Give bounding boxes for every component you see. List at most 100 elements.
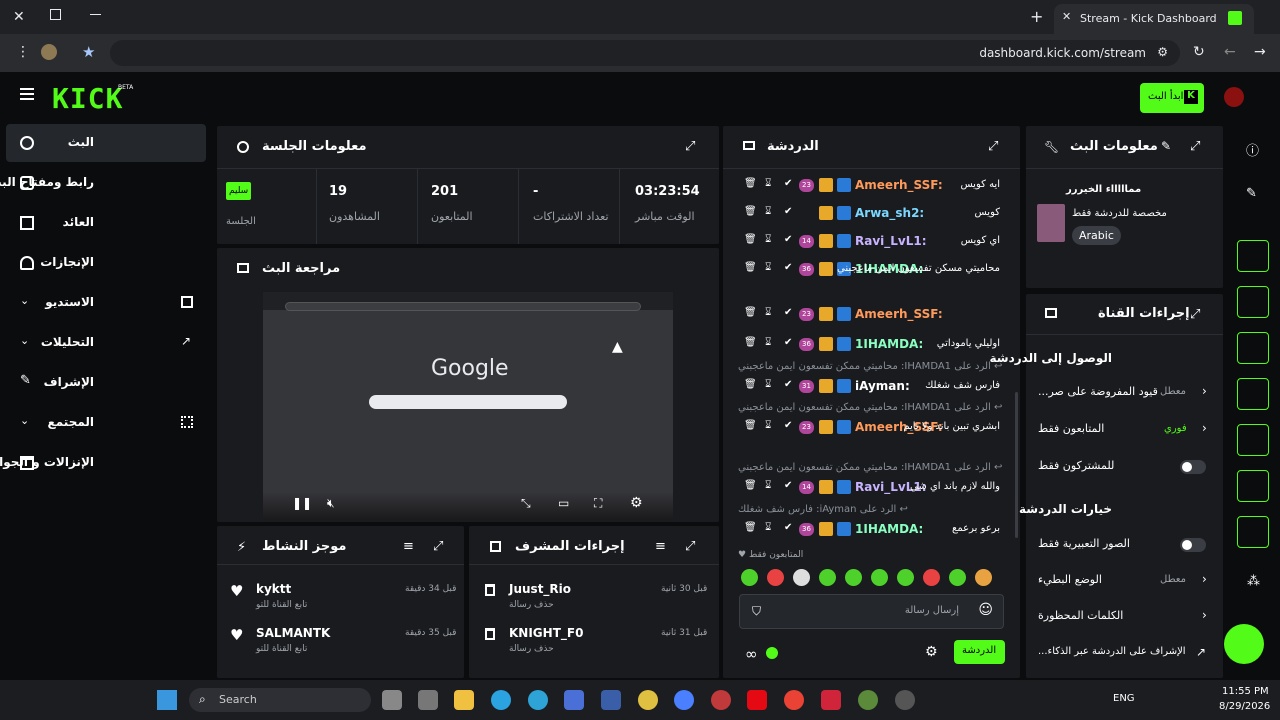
check-icon[interactable]: ✔: [784, 206, 792, 217]
menu-dots-icon[interactable]: ⋮: [16, 44, 30, 60]
rail-wrench-button[interactable]: [1237, 516, 1269, 548]
setting-row-followers[interactable]: المتابعون فقط فوري ›: [1030, 419, 1216, 441]
site-settings-icon[interactable]: ⚙: [1157, 45, 1168, 59]
check-icon[interactable]: ✔: [784, 420, 792, 431]
expand-icon[interactable]: ⤢: [685, 539, 695, 554]
check-icon[interactable]: ✔: [784, 178, 792, 189]
pdf-icon[interactable]: [711, 690, 731, 710]
taskview-icon[interactable]: [382, 690, 402, 710]
edit-icon[interactable]: ✎: [1161, 139, 1171, 153]
omnibox[interactable]: ★ dashboard.kick.com/stream ⚙: [82, 40, 1180, 66]
chat-username[interactable]: 1IHAMDA:: [855, 522, 923, 536]
pause-icon[interactable]: ❚❚: [292, 496, 312, 510]
infinity-icon[interactable]: ∞: [745, 645, 758, 663]
reload-icon[interactable]: ↻: [1193, 44, 1205, 60]
sidebar-item-moderation[interactable]: ✎ الإشراف: [6, 364, 206, 402]
rail-preview-button[interactable]: [1237, 240, 1269, 272]
delete-icon[interactable]: 🗑︎: [744, 178, 757, 189]
restore-window-icon[interactable]: [50, 9, 61, 20]
chrome-active-icon[interactable]: [858, 690, 878, 710]
tab-close-icon[interactable]: ✕: [1062, 10, 1071, 23]
expand-icon[interactable]: ⤢: [433, 539, 443, 554]
emote-icon[interactable]: [767, 569, 784, 586]
discord-icon[interactable]: [674, 690, 694, 710]
check-icon[interactable]: ✔: [784, 379, 792, 390]
sidebar-item-stream[interactable]: البث: [6, 124, 206, 162]
subscribers-toggle[interactable]: [1180, 460, 1206, 474]
info-icon[interactable]: ⓘ: [1246, 140, 1259, 159]
chrome-alt-icon[interactable]: [784, 690, 804, 710]
edit-icon[interactable]: ✎: [1246, 186, 1257, 201]
sidebar-item-studio[interactable]: ⌄ الاستديو: [6, 284, 206, 322]
setting-row-restrictions[interactable]: قيود المفروضة على صر... معطل ›: [1030, 382, 1216, 404]
file-explorer-icon[interactable]: [454, 690, 474, 710]
pip-icon[interactable]: ▭: [558, 496, 569, 510]
app-icon[interactable]: [601, 690, 621, 710]
chat-username[interactable]: 1IHAMDA:: [855, 337, 923, 351]
expand-icon[interactable]: ⤢: [1190, 139, 1200, 154]
delete-icon[interactable]: 🗑︎: [744, 206, 757, 217]
delete-icon[interactable]: 🗑︎: [744, 337, 757, 348]
profile-avatar[interactable]: [41, 44, 57, 60]
check-icon[interactable]: ✔: [784, 262, 792, 273]
delete-icon[interactable]: 🗑︎: [744, 420, 757, 431]
expand-icon[interactable]: ⤢: [1190, 307, 1200, 322]
clock-date[interactable]: 8/29/2026: [1219, 701, 1270, 712]
minimize-window-icon[interactable]: [90, 14, 101, 15]
stream-video[interactable]: Google ❚❚ 🔇︎ ⤡ ▭ ⛶ ⚙: [263, 292, 673, 520]
store-icon[interactable]: [564, 690, 584, 710]
telegram-icon[interactable]: [491, 690, 511, 710]
timeout-icon[interactable]: ⌛︎: [765, 522, 771, 533]
browser-tab[interactable]: ✕ Stream - Kick Dashboard: [1054, 4, 1254, 34]
emote-icon[interactable]: [793, 569, 810, 586]
emote-icon[interactable]: [949, 569, 966, 586]
taskbar-search[interactable]: ⌕ Search: [189, 688, 371, 712]
chat-scrollbar[interactable]: [1015, 392, 1018, 538]
setting-row-slow-mode[interactable]: الوضع البطيء معطل ›: [1030, 570, 1216, 592]
emote-icon[interactable]: [819, 569, 836, 586]
check-icon[interactable]: ✔: [784, 337, 792, 348]
setting-row-banned-words[interactable]: الكلمات المحظورة ›: [1030, 606, 1216, 628]
delete-icon[interactable]: 🗑︎: [744, 234, 757, 245]
chat-settings-icon[interactable]: ⚙: [925, 644, 938, 660]
sidebar-item-analytics[interactable]: ⌄ ↗ التحليلات: [6, 324, 206, 362]
settings-gear-icon[interactable]: ⚙: [630, 495, 643, 511]
timeout-icon[interactable]: ⌛︎: [765, 420, 771, 431]
emote-only-toggle[interactable]: [1180, 538, 1206, 552]
filter-icon[interactable]: ≡: [655, 539, 666, 554]
emote-icon[interactable]: [741, 569, 758, 586]
emote-icon[interactable]: [845, 569, 862, 586]
go-live-button[interactable]: ابدأ البث K: [1140, 83, 1204, 113]
exit-fullscreen-icon[interactable]: ⤡: [521, 496, 531, 511]
timeout-icon[interactable]: ⌛︎: [765, 337, 771, 348]
community-icon[interactable]: ⁂: [1247, 574, 1260, 589]
timeout-icon[interactable]: ⌛︎: [765, 206, 771, 217]
chat-username[interactable]: Ameerh_SSF:: [855, 307, 943, 321]
close-window-icon[interactable]: ✕: [13, 9, 25, 25]
expand-icon[interactable]: ⤢: [685, 139, 695, 154]
shield-icon[interactable]: ⛉: [752, 604, 761, 619]
chrome-icon[interactable]: [638, 690, 658, 710]
kick-bot-icon[interactable]: [766, 647, 778, 659]
rail-channel-button[interactable]: [1237, 470, 1269, 502]
chat-username[interactable]: Arwa_sh2:: [855, 206, 924, 220]
check-icon[interactable]: ✔: [784, 307, 792, 318]
emote-icon[interactable]: [871, 569, 888, 586]
delete-icon[interactable]: 🗑︎: [744, 522, 757, 533]
timeout-icon[interactable]: ⌛︎: [765, 307, 771, 318]
delete-icon[interactable]: 🗑︎: [744, 262, 757, 273]
emote-icon[interactable]: [975, 569, 992, 586]
bookmark-star-icon[interactable]: ★: [82, 43, 95, 61]
user-avatar[interactable]: [1224, 87, 1244, 107]
app-icon[interactable]: [895, 690, 915, 710]
back-icon[interactable]: →: [1254, 44, 1266, 60]
timeout-icon[interactable]: ⌛︎: [765, 178, 771, 189]
sidebar-item-drops[interactable]: الإنزالات و الجوائز: [0, 444, 206, 482]
delete-icon[interactable]: 🗑︎: [744, 307, 757, 318]
support-headset-button[interactable]: [1224, 624, 1264, 664]
kick-logo[interactable]: KICK: [52, 82, 123, 115]
rail-bolt-button[interactable]: [1237, 286, 1269, 318]
edge-icon[interactable]: [528, 690, 548, 710]
emote-icon[interactable]: [923, 569, 940, 586]
hamburger-menu-icon[interactable]: [20, 88, 34, 90]
